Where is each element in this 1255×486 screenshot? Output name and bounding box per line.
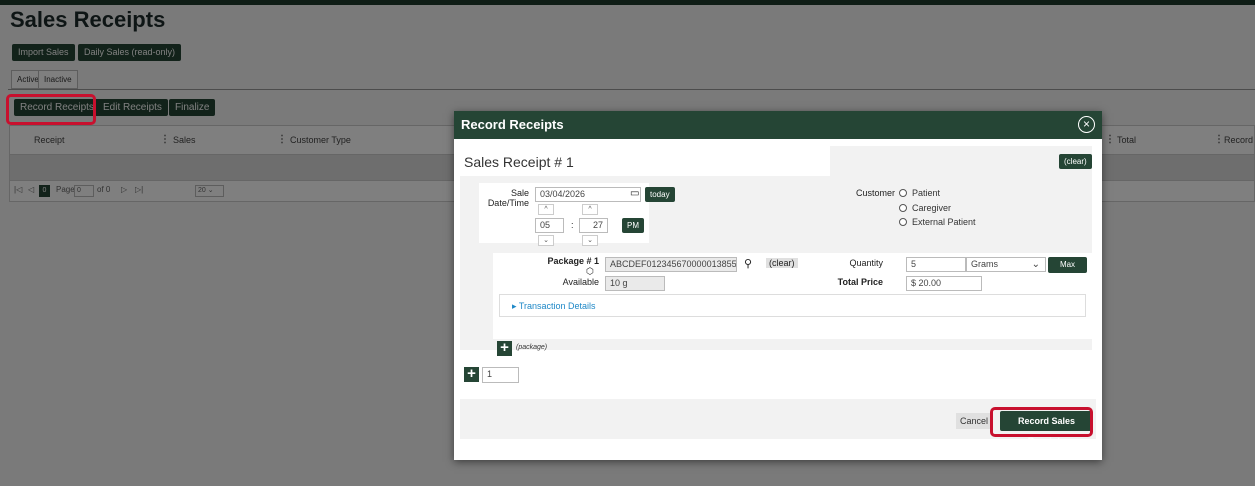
receipt-header: Sales Receipt # 1 bbox=[460, 146, 830, 176]
close-icon[interactable]: × bbox=[1078, 116, 1095, 133]
customer-external-radio[interactable] bbox=[899, 218, 907, 226]
customer-patient-radio[interactable] bbox=[899, 189, 907, 197]
calendar-icon[interactable]: ▭ bbox=[630, 188, 639, 199]
unit-value: Grams bbox=[971, 259, 998, 269]
sale-label: Sale bbox=[510, 188, 529, 198]
package-label: Package # 1 bbox=[547, 256, 599, 266]
minute-input[interactable]: 27 bbox=[579, 218, 608, 233]
add-package-icon[interactable]: + bbox=[497, 340, 512, 356]
customer-label: Customer bbox=[855, 188, 895, 198]
modal-title: Record Receipts bbox=[461, 117, 564, 132]
search-icon[interactable]: ⚲ bbox=[744, 257, 752, 270]
cancel-button[interactable]: Cancel bbox=[956, 413, 993, 429]
sale-date-input[interactable]: 03/04/2026 bbox=[535, 187, 641, 202]
hour-input[interactable]: 05 bbox=[535, 218, 564, 233]
modal-header: Record Receipts × bbox=[454, 111, 1102, 139]
package-cube-icon: ⬡ bbox=[586, 266, 594, 276]
max-button[interactable]: Max bbox=[1048, 257, 1087, 273]
currency-symbol: $ bbox=[911, 278, 917, 288]
datetime-label: Date/Time bbox=[487, 198, 529, 208]
customer-caregiver-radio[interactable] bbox=[899, 204, 907, 212]
ampm-toggle[interactable]: PM bbox=[622, 218, 644, 233]
package-panel: Package # 1 ⬡ ABCDEF012345670000013855 ⚲… bbox=[493, 253, 1092, 339]
customer-patient-label: Patient bbox=[912, 188, 941, 198]
transaction-details-box: ▸ Transaction Details bbox=[499, 294, 1086, 317]
total-price-input[interactable]: $ 20.00 bbox=[906, 276, 982, 291]
unit-select[interactable]: Grams ⌄ bbox=[966, 257, 1046, 272]
receipt-heading: Sales Receipt # 1 bbox=[464, 154, 574, 170]
add-package-label: (package) bbox=[516, 344, 548, 351]
customer-caregiver-label: Caregiver bbox=[912, 203, 952, 213]
minute-up-icon[interactable]: ^ bbox=[582, 204, 598, 215]
available-value: 10 g bbox=[605, 276, 665, 291]
record-receipts-modal: Record Receipts × Sales Receipt # 1 (cle… bbox=[454, 111, 1102, 460]
receipt-panel: Sales Receipt # 1 (clear) Sale Date/Time… bbox=[460, 146, 1092, 356]
quantity-label: Quantity bbox=[849, 258, 883, 268]
highlight-record-sales-receipts bbox=[990, 407, 1093, 437]
hour-down-icon[interactable]: ⌄ bbox=[538, 235, 554, 246]
hour-up-icon[interactable]: ^ bbox=[538, 204, 554, 215]
chevron-down-icon: ⌄ bbox=[1031, 259, 1040, 270]
receipt-count-input[interactable]: 1 bbox=[482, 367, 519, 383]
customer-external-label: External Patient bbox=[912, 217, 976, 227]
today-button[interactable]: today bbox=[645, 187, 675, 202]
add-receipt-icon[interactable]: + bbox=[464, 366, 479, 382]
transaction-details-label: Transaction Details bbox=[518, 301, 596, 311]
clear-package-button[interactable]: (clear) bbox=[766, 258, 798, 268]
clear-receipt-button[interactable]: (clear) bbox=[1059, 154, 1092, 169]
package-input[interactable]: ABCDEF012345670000013855 bbox=[605, 257, 737, 272]
total-price-label: Total Price bbox=[837, 277, 883, 287]
time-separator: : bbox=[571, 220, 574, 230]
minute-down-icon[interactable]: ⌄ bbox=[582, 235, 598, 246]
highlight-record-receipts bbox=[6, 94, 96, 125]
transaction-details-toggle[interactable]: ▸ Transaction Details bbox=[512, 301, 596, 312]
quantity-input[interactable]: 5 bbox=[906, 257, 966, 272]
total-price-value: 20.00 bbox=[918, 278, 942, 288]
available-label: Available bbox=[562, 277, 599, 287]
